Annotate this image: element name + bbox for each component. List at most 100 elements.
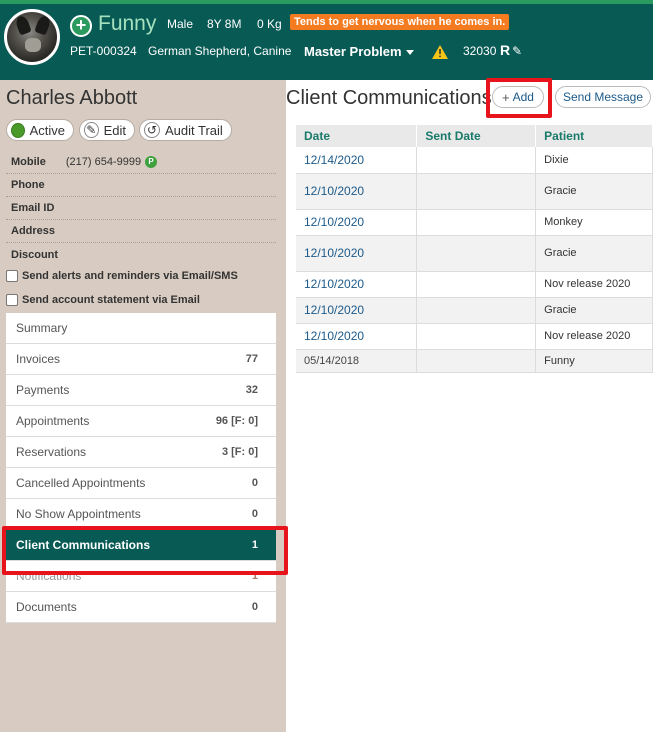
menu-item-summary[interactable]: Summary (6, 313, 276, 344)
sent-date-cell (416, 235, 537, 272)
audit-trail-button[interactable]: ↺ Audit Trail (139, 119, 232, 141)
menu-item-client-communications[interactable]: Client Communications 1 (6, 530, 276, 561)
column-header-patient[interactable]: Patient (535, 125, 653, 147)
menu-item-reservations[interactable]: Reservations 3 [F: 0] (6, 437, 276, 468)
menu-item-documents[interactable]: Documents 0 (6, 592, 276, 623)
menu-label: Documents (16, 600, 77, 614)
info-row-address: Address (6, 220, 276, 243)
info-row-mobile: Mobile (217) 654-9999 P (6, 151, 276, 174)
sent-date-cell (416, 209, 537, 236)
info-row-phone: Phone (6, 174, 276, 197)
menu-count: 1 (251, 539, 258, 551)
date-cell[interactable]: 12/10/2020 (296, 271, 418, 298)
info-label: Discount (11, 248, 59, 261)
add-communication-button[interactable]: + Add (492, 86, 544, 108)
menu-item-cancelled-appointments[interactable]: Cancelled Appointments 0 (6, 468, 276, 499)
pet-weight: 0 Kg (257, 17, 282, 31)
add-label: Add (512, 90, 534, 104)
client-panel: Charles Abbott Active ✎ Edit ↺ Audit Tra… (0, 80, 286, 732)
table-header-row: Date Sent Date Patient (296, 125, 653, 147)
menu-label: Invoices (16, 352, 61, 366)
table-row[interactable]: 12/14/2020 Dixie (296, 147, 653, 174)
patient-cell: Nov release 2020 (535, 323, 653, 350)
alerts-checkbox-row[interactable]: Send alerts and reminders via Email/SMS (6, 270, 238, 282)
sent-date-cell (416, 323, 537, 350)
date-cell[interactable]: 12/10/2020 (296, 173, 418, 210)
edit-client-button[interactable]: ✎ Edit (79, 119, 135, 141)
page-title: Client Communications (286, 87, 492, 109)
date-cell[interactable]: 12/10/2020 (296, 297, 418, 324)
table-row[interactable]: 12/10/2020 Gracie (296, 235, 653, 272)
menu-label: Appointments (16, 414, 90, 428)
statement-checkbox[interactable] (6, 294, 18, 306)
menu-label: Payments (16, 383, 70, 397)
warning-icon[interactable] (432, 45, 448, 59)
column-header-date[interactable]: Date (296, 125, 418, 147)
menu-item-invoices[interactable]: Invoices 77 (6, 344, 276, 375)
pet-age: 8Y 8M (207, 17, 242, 31)
date-cell[interactable]: 12/10/2020 (296, 235, 418, 272)
date-cell[interactable]: 12/14/2020 (296, 147, 418, 174)
menu-count: 96 [F: 0] (215, 415, 258, 427)
chevron-down-icon (405, 50, 414, 56)
add-pet-icon[interactable]: + (70, 15, 92, 37)
date-cell[interactable]: 12/10/2020 (296, 323, 418, 350)
table-row[interactable]: 12/10/2020 Gracie (296, 173, 653, 210)
sent-date-cell (416, 271, 537, 298)
pet-id: PET-000324 (70, 44, 137, 58)
menu-count: 1 (251, 570, 258, 582)
date-cell: 05/14/2018 (296, 349, 418, 373)
client-name: Charles Abbott (6, 87, 138, 109)
edit-label: Edit (103, 122, 126, 138)
table-row[interactable]: 12/10/2020 Monkey (296, 209, 653, 236)
rx-icon[interactable]: R (500, 42, 510, 58)
menu-label: Client Communications (16, 538, 151, 552)
sent-date-cell (416, 173, 537, 210)
send-message-button[interactable]: Send Message (555, 86, 651, 108)
menu-item-payments[interactable]: Payments 32 (6, 375, 276, 406)
menu-count: 0 (251, 508, 258, 520)
pet-name[interactable]: Funny (98, 12, 156, 36)
sent-date-cell (416, 349, 537, 373)
info-row-discount: Discount (6, 243, 276, 266)
table-row[interactable]: 12/10/2020 Nov release 2020 (296, 323, 653, 350)
menu-item-notifications[interactable]: Notifications 1 (6, 561, 276, 592)
client-menu: Summary Invoices 77 Payments 32 Appointmen… (6, 313, 276, 623)
patient-cell: Funny (535, 349, 653, 373)
alerts-checkbox[interactable] (6, 270, 18, 282)
date-cell[interactable]: 12/10/2020 (296, 209, 418, 236)
menu-count: 3 [F: 0] (221, 446, 258, 458)
menu-label: Cancelled Appointments (16, 476, 146, 490)
pencil-icon[interactable]: ✎ (512, 44, 522, 58)
status-label: Active (29, 122, 65, 138)
pet-header: + Funny Male 8Y 8M 0 Kg Tends to get ner… (0, 4, 653, 80)
communications-table: Date Sent Date Patient 12/14/2020 Dixie … (296, 125, 653, 373)
menu-label: Notifications (16, 569, 82, 583)
master-problem-label: Master Problem (304, 44, 402, 59)
table-row[interactable]: 12/10/2020 Nov release 2020 (296, 271, 653, 298)
history-icon: ↺ (144, 122, 160, 138)
edit-icon: ✎ (84, 122, 99, 138)
patient-cell: Nov release 2020 (535, 271, 653, 298)
status-dot-icon (11, 122, 25, 138)
column-header-sent-date[interactable]: Sent Date (416, 125, 537, 147)
patient-cell: Gracie (535, 173, 653, 210)
statement-checkbox-label: Send account statement via Email (22, 294, 200, 306)
table-row[interactable]: 12/10/2020 Gracie (296, 297, 653, 324)
audit-trail-label: Audit Trail (165, 122, 223, 138)
status-active-button[interactable]: Active (6, 119, 74, 141)
statement-checkbox-row[interactable]: Send account statement via Email (6, 294, 200, 306)
master-problem-dropdown[interactable]: Master Problem (304, 44, 414, 59)
menu-item-no-show-appointments[interactable]: No Show Appointments 0 (6, 499, 276, 530)
patient-cell: Monkey (535, 209, 653, 236)
pet-avatar[interactable] (4, 9, 60, 65)
menu-item-appointments[interactable]: Appointments 96 [F: 0] (6, 406, 276, 437)
table-row[interactable]: 05/14/2018 Funny (296, 349, 653, 373)
sent-date-cell (416, 147, 537, 174)
mobile-value: (217) 654-9999 (65, 156, 142, 168)
plus-icon: + (502, 89, 510, 105)
alerts-checkbox-label: Send alerts and reminders via Email/SMS (22, 270, 238, 282)
sent-date-cell (416, 297, 537, 324)
patient-cell: Gracie (535, 235, 653, 272)
menu-count: 32 (245, 384, 258, 396)
